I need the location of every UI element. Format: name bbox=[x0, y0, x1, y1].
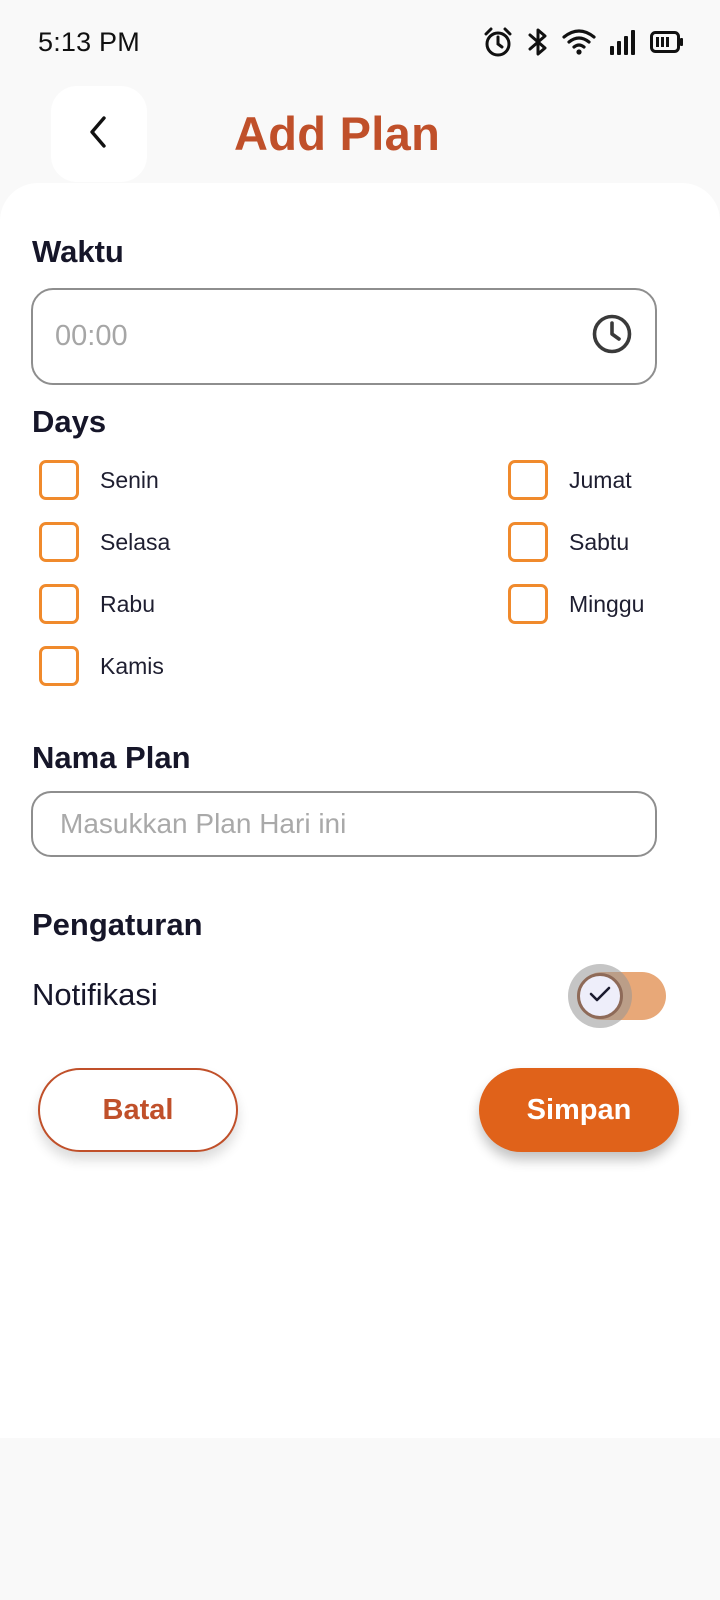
day-label: Minggu bbox=[569, 590, 645, 617]
save-button[interactable]: Simpan bbox=[479, 1068, 679, 1152]
checkbox[interactable] bbox=[508, 584, 548, 624]
time-input[interactable]: 00:00 bbox=[31, 288, 657, 385]
app-header: Add Plan bbox=[0, 84, 720, 184]
chevron-left-icon bbox=[87, 114, 111, 155]
cancel-button[interactable]: Batal bbox=[38, 1068, 238, 1152]
clock-icon[interactable] bbox=[591, 313, 633, 360]
status-icons bbox=[482, 26, 684, 58]
status-bar: 5:13 PM bbox=[0, 0, 720, 84]
checkbox[interactable] bbox=[39, 646, 79, 686]
signal-icon bbox=[609, 28, 637, 56]
day-checkbox-minggu[interactable]: Minggu bbox=[508, 584, 644, 624]
day-label: Selasa bbox=[100, 528, 171, 555]
battery-icon bbox=[650, 30, 684, 54]
day-checkbox-selasa[interactable]: Selasa bbox=[39, 522, 170, 562]
day-label: Kamis bbox=[100, 652, 164, 679]
back-button[interactable] bbox=[51, 86, 147, 182]
time-label: Waktu bbox=[32, 234, 124, 269]
checkbox[interactable] bbox=[39, 460, 79, 500]
day-checkbox-kamis[interactable]: Kamis bbox=[39, 646, 164, 686]
time-placeholder: 00:00 bbox=[55, 320, 128, 352]
days-label: Days bbox=[32, 404, 107, 439]
plan-name-input[interactable]: Masukkan Plan Hari ini bbox=[31, 791, 657, 857]
day-checkbox-rabu[interactable]: Rabu bbox=[39, 584, 155, 624]
page-title: Add Plan bbox=[234, 107, 441, 160]
toggle-thumb[interactable] bbox=[577, 973, 623, 1019]
wifi-icon bbox=[562, 28, 596, 56]
checkbox[interactable] bbox=[39, 522, 79, 562]
plan-name-placeholder: Masukkan Plan Hari ini bbox=[60, 808, 347, 839]
day-label: Sabtu bbox=[569, 528, 630, 555]
settings-label: Pengaturan bbox=[32, 907, 203, 942]
check-icon bbox=[589, 985, 611, 1008]
notification-toggle[interactable] bbox=[568, 964, 670, 1028]
day-label: Rabu bbox=[100, 590, 155, 617]
plan-name-label: Nama Plan bbox=[32, 740, 191, 775]
checkbox[interactable] bbox=[508, 522, 548, 562]
checkbox[interactable] bbox=[39, 584, 79, 624]
alarm-icon bbox=[482, 26, 514, 58]
day-checkbox-sabtu[interactable]: Sabtu bbox=[508, 522, 629, 562]
day-checkbox-jumat[interactable]: Jumat bbox=[508, 460, 632, 500]
day-label: Senin bbox=[100, 466, 159, 493]
notification-label: Notifikasi bbox=[32, 977, 158, 1012]
status-time: 5:13 PM bbox=[38, 26, 140, 57]
day-label: Jumat bbox=[569, 466, 632, 493]
checkbox[interactable] bbox=[508, 460, 548, 500]
day-checkbox-senin[interactable]: Senin bbox=[39, 460, 159, 500]
bluetooth-icon bbox=[527, 26, 549, 58]
